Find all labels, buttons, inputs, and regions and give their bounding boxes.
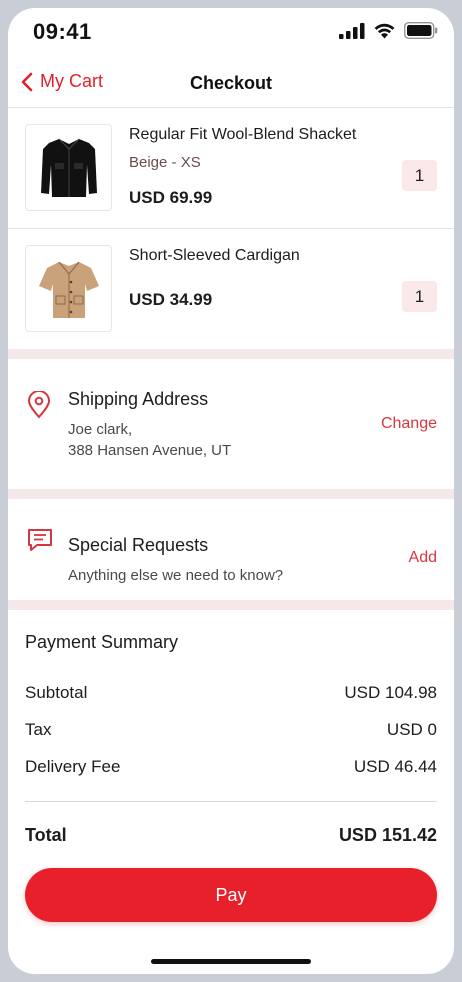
cart-item[interactable]: Regular Fit Wool-Blend Shacket Beige - X…: [8, 108, 454, 228]
page-title: Checkout: [189, 73, 272, 93]
section-title: Special Requests: [68, 535, 209, 555]
item-thumbnail: [25, 124, 112, 211]
summary-row-total: Total USD 151.42: [25, 825, 437, 846]
pay-button[interactable]: Pay: [25, 868, 437, 922]
battery-icon: [404, 22, 438, 39]
item-price: USD 34.99: [129, 290, 213, 309]
summary-label: Delivery Fee: [25, 757, 121, 776]
payment-summary-title: Payment Summary: [25, 632, 179, 652]
status-icons: [339, 22, 438, 39]
summary-value: USD 104.98: [344, 683, 437, 702]
screen: 09:41 My Cart Checkout Regular Fit Wool-…: [8, 8, 454, 974]
change-address-button[interactable]: Change: [381, 415, 437, 433]
summary-row-subtotal: Subtotal USD 104.98: [25, 683, 437, 703]
nav-bar: My Cart Checkout: [8, 64, 454, 108]
section-separator: [8, 600, 454, 610]
section-separator: [8, 349, 454, 359]
status-time: 09:41: [33, 19, 92, 44]
summary-row-delivery: Delivery Fee USD 46.44: [25, 757, 437, 777]
address-line-1: Joe clark,: [68, 421, 133, 438]
home-indicator: [151, 959, 311, 964]
special-requests-section: Special Requests Anything else we need t…: [8, 499, 454, 600]
message-icon: [28, 529, 52, 551]
quantity-badge[interactable]: 1: [402, 160, 437, 191]
location-pin-icon: [27, 391, 51, 419]
total-value: USD 151.42: [338, 825, 437, 845]
quantity-badge[interactable]: 1: [402, 281, 437, 312]
shipping-address-section: Shipping Address Joe clark, 388 Hansen A…: [8, 359, 454, 489]
item-variant: Beige - XS: [129, 154, 201, 171]
beige-cardigan-image: [38, 261, 99, 318]
item-name: Regular Fit Wool-Blend Shacket: [129, 126, 357, 143]
special-requests-input[interactable]: Anything else we need to know?: [68, 565, 283, 586]
item-name: Short-Sleeved Cardigan: [129, 247, 300, 264]
add-request-button[interactable]: Add: [409, 549, 437, 567]
summary-value: USD 0: [386, 720, 437, 739]
address-line-2: 388 Hansen Avenue, UT: [68, 442, 232, 459]
item-thumbnail: [25, 245, 112, 332]
total-label: Total: [25, 825, 67, 845]
signal-icon: [339, 22, 365, 39]
section-title: Shipping Address: [68, 389, 209, 409]
summary-value: USD 46.44: [353, 757, 437, 776]
item-price: USD 69.99: [129, 188, 213, 207]
black-jacket-image: [40, 138, 97, 197]
cart-item[interactable]: Short-Sleeved Cardigan USD 34.99 1: [8, 229, 454, 349]
summary-label: Tax: [25, 720, 52, 739]
section-separator: [8, 489, 454, 499]
device-frame: 09:41 My Cart Checkout Regular Fit Wool-…: [0, 0, 462, 982]
summary-label: Subtotal: [25, 683, 88, 702]
wifi-icon: [374, 23, 395, 39]
divider: [25, 801, 437, 802]
status-bar: 09:41: [8, 8, 454, 56]
summary-row-tax: Tax USD 0: [25, 720, 437, 740]
